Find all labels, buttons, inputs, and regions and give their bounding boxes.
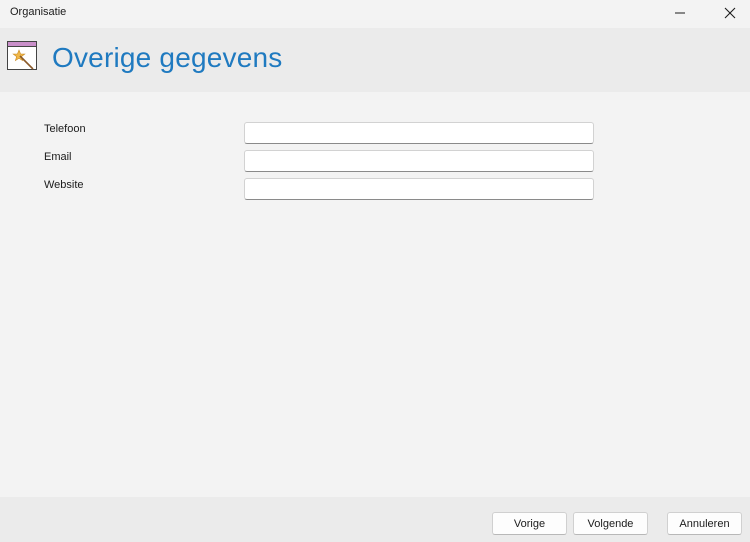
phone-field[interactable] xyxy=(244,122,594,144)
email-label: Email xyxy=(44,151,72,163)
next-button[interactable]: Volgende xyxy=(573,512,648,535)
email-field[interactable] xyxy=(244,150,594,172)
wizard-window: Organisatie Overige gegevens Telefoon Em… xyxy=(0,0,750,542)
previous-button[interactable]: Vorige xyxy=(492,512,567,535)
minimize-icon xyxy=(675,12,685,14)
close-icon xyxy=(724,7,736,19)
close-button[interactable] xyxy=(707,0,750,26)
wizard-icon xyxy=(7,41,37,76)
website-label: Website xyxy=(44,179,84,191)
page-header: Overige gegevens xyxy=(0,28,750,92)
website-field[interactable] xyxy=(244,178,594,200)
page-title: Overige gegevens xyxy=(52,42,283,73)
phone-label: Telefoon xyxy=(44,123,86,135)
window-title: Organisatie xyxy=(10,6,67,18)
footer-bar: Vorige Volgende Annuleren xyxy=(0,497,750,542)
cancel-button[interactable]: Annuleren xyxy=(667,512,742,535)
minimize-button[interactable] xyxy=(657,0,703,26)
title-bar: Organisatie xyxy=(0,0,750,28)
